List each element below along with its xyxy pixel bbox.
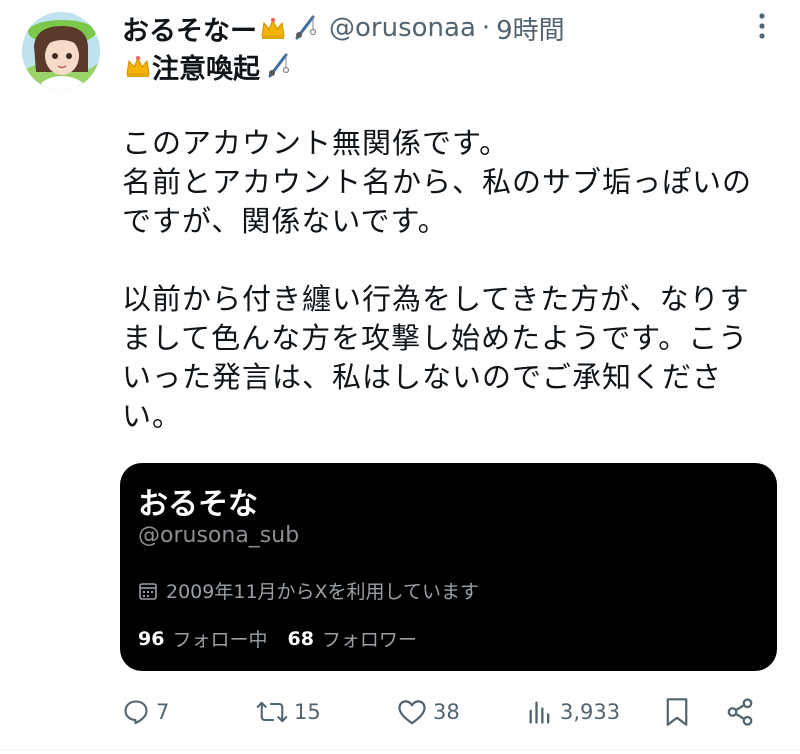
views-chart-icon (529, 701, 550, 724)
bookmark-button[interactable] (664, 692, 690, 732)
crown-icon (261, 18, 285, 39)
action-bar: 7 15 38 3,933 (122, 692, 762, 732)
heart-icon (398, 700, 426, 725)
body-line: ですが、関係ないです。 (122, 204, 448, 238)
repost-count: 15 (294, 700, 321, 724)
body-line: いった発言は、私はしないのでご承知くださ (122, 360, 723, 394)
more-options-button[interactable] (740, 6, 784, 46)
reply-button[interactable]: 7 (122, 692, 169, 732)
reply-icon (124, 700, 148, 725)
divider (0, 749, 800, 750)
repost-icon (256, 701, 288, 723)
fishing-pole-icon (268, 53, 290, 78)
display-name-continued: 注意喚起 (122, 47, 290, 86)
repost-button[interactable]: 15 (256, 692, 321, 732)
card-follow-stats: 96 フォロー中 68 フォロワー (138, 625, 437, 652)
followers-label: フォロワー (321, 629, 417, 651)
card-joined-date: 2009年11月からXを利用しています (138, 577, 479, 604)
separator-dot: · (481, 13, 491, 43)
timestamp[interactable]: 9時間 (496, 10, 565, 47)
avatar[interactable] (22, 12, 100, 90)
share-button[interactable] (725, 692, 755, 732)
calendar-icon (139, 582, 157, 600)
more-vertical-icon (759, 13, 765, 39)
card-handle: @orusona_sub (138, 523, 300, 548)
post-header: おるそなー @orusonaa · 9時間 (122, 8, 565, 48)
body-line: い。 (122, 399, 183, 433)
followers-count: 68 (287, 627, 314, 650)
following-label: フォロー中 (172, 629, 268, 651)
post-body: このアカウント無関係です。 名前とアカウント名から、私のサブ垢っぽいの ですが、… (122, 124, 772, 436)
fishing-pole-icon (295, 15, 317, 40)
body-line: まして色んな方を攻撃し始めたようです。こう (122, 321, 749, 355)
avatar-image (22, 12, 100, 90)
display-name[interactable]: おるそなー (122, 9, 257, 48)
card-joined-text: 2009年11月からXを利用しています (166, 581, 479, 603)
reply-count: 7 (156, 700, 170, 724)
views-count: 3,933 (560, 700, 621, 724)
like-count: 38 (433, 700, 460, 724)
card-display-name: おるそな (138, 487, 258, 522)
share-icon (727, 698, 753, 726)
bookmark-icon (666, 698, 688, 726)
display-name-line2[interactable]: 注意喚起 (152, 47, 260, 86)
crown-icon (126, 56, 150, 77)
views-button[interactable]: 3,933 (526, 692, 620, 732)
following-count: 96 (138, 627, 165, 650)
body-line: 以前から付き纏い行為をしてきた方が、なりす (122, 282, 750, 316)
body-line: 名前とアカウント名から、私のサブ垢っぽいの (122, 165, 753, 199)
like-button[interactable]: 38 (397, 692, 460, 732)
body-line: このアカウント無関係です。 (122, 126, 510, 160)
attached-image-card[interactable]: おるそな @orusona_sub 2009年11月からXを利用しています 96… (120, 463, 777, 671)
handle[interactable]: @orusonaa (329, 13, 476, 43)
